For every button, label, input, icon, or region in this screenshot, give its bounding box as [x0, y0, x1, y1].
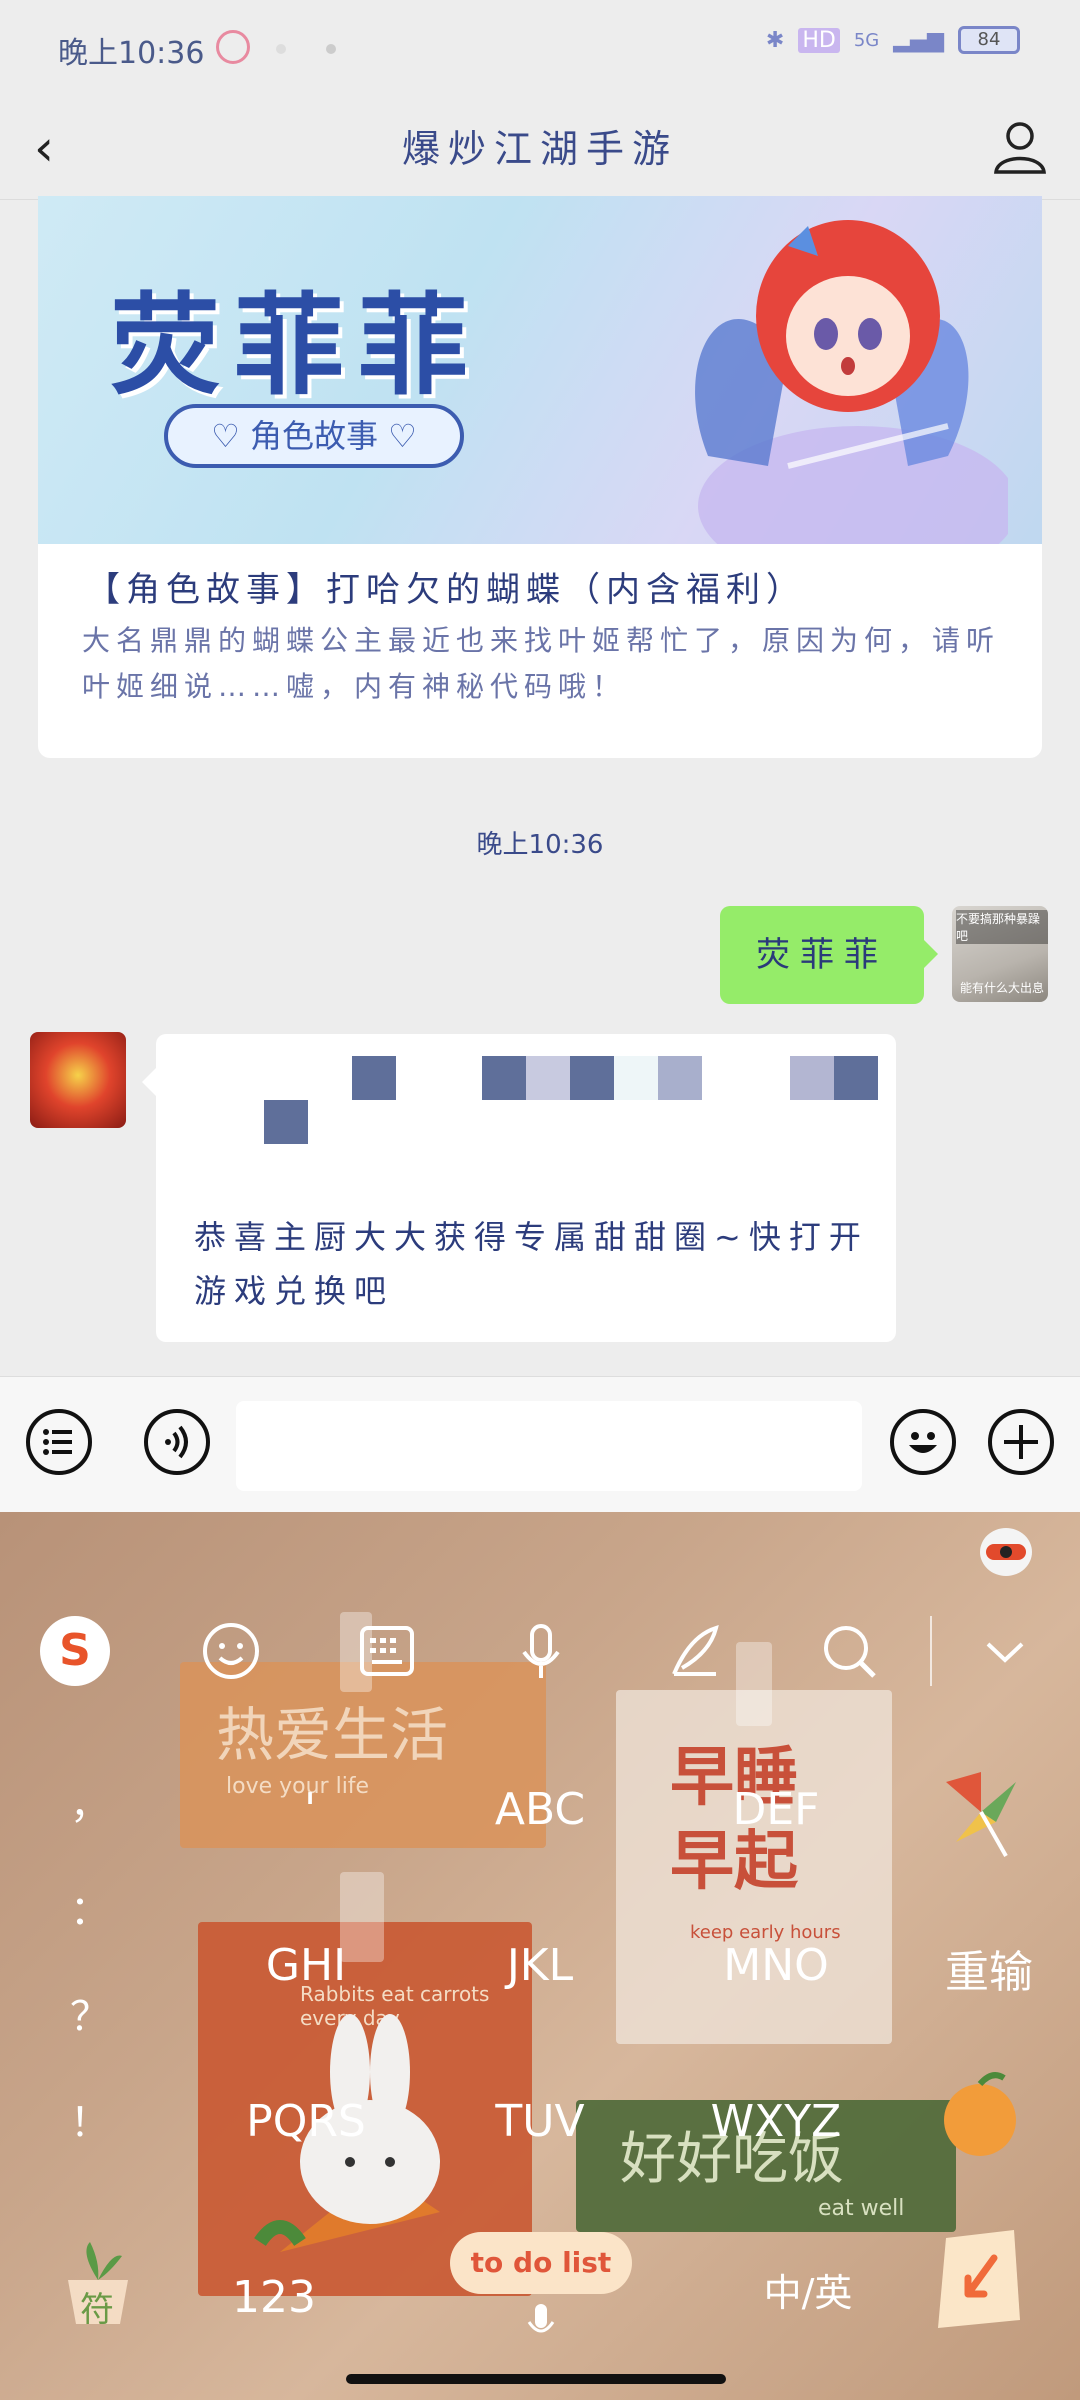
avatar-caption-top: 不要搞那种暴躁吧 — [956, 910, 1048, 944]
key-apostrophe[interactable]: ' — [200, 1784, 420, 1835]
collapse-keyboard-icon[interactable] — [970, 1616, 1040, 1686]
key-abc[interactable]: ABC — [430, 1784, 650, 1835]
delete-key[interactable] — [936, 1762, 1026, 1862]
voice-icon — [165, 1425, 188, 1459]
alarm-icon — [216, 30, 250, 64]
deco-text-1: 热爱生活 — [216, 1701, 449, 1769]
handwriting-icon[interactable] — [660, 1616, 730, 1686]
symbols-key-label: 符 — [80, 2290, 114, 2330]
banner-tag: ♡ 角色故事 ♡ — [164, 404, 464, 468]
enter-key[interactable] — [928, 2224, 1028, 2334]
mascot-icon[interactable] — [976, 1520, 1036, 1580]
incoming-message-text: 恭喜主厨大大获得专属甜甜圈~快打开游戏兑换吧 — [194, 1218, 869, 1310]
more-button[interactable] — [988, 1409, 1054, 1475]
character-illustration — [695, 220, 1008, 544]
reenter-key[interactable]: 重输 — [924, 1936, 1054, 2000]
toolbar-divider — [930, 1616, 932, 1686]
article-title: 【角色故事】打哈欠的蝴蝶（内含福利） — [86, 570, 806, 610]
sogou-logo-icon[interactable]: S — [40, 1616, 110, 1686]
profile-icon[interactable] — [990, 116, 1050, 176]
microphone-icon[interactable] — [506, 1616, 576, 1686]
status-time: 晚上10:36 — [58, 36, 205, 71]
search-icon[interactable] — [814, 1616, 884, 1686]
menu-list-button[interactable] — [26, 1409, 92, 1475]
key-pqrs[interactable]: PQRS — [196, 2096, 416, 2147]
emoji-keyboard-icon[interactable] — [196, 1616, 266, 1686]
incoming-message-bubble[interactable]: 恭喜主厨大大获得专属甜甜圈~快打开游戏兑换吧 — [142, 1034, 896, 1342]
home-indicator[interactable] — [346, 2374, 726, 2384]
sender-avatar[interactable] — [30, 1032, 126, 1128]
numbers-key[interactable]: 123 — [232, 2272, 332, 2323]
keyboard: 热爱生活 love your life 早睡早起 keep early hour… — [0, 1512, 1080, 2400]
chat-header: ‹ 爆炒江湖手游 — [0, 96, 1080, 200]
status-bar: 晚上10:36 ✱ HD 5G ▂▄▆ 84 — [0, 0, 1080, 96]
space-key[interactable]: to do list — [450, 2232, 632, 2294]
deco-text-7: eat well — [818, 2196, 905, 2221]
banner-title: 荧菲菲 — [110, 282, 482, 410]
lang-switch-key[interactable]: 中/英 — [748, 2262, 868, 2317]
my-avatar[interactable]: 不要搞那种暴躁吧 能有什么大出息 — [952, 906, 1048, 1002]
article-description: 大名鼎鼎的蝴蝶公主最近也来找叶姬帮忙了，原因为何，请听叶姬细说……嘘，内有神秘代… — [82, 624, 1001, 703]
battery-icon: 84 — [958, 26, 1020, 54]
punct-exclamation-key[interactable]: ！ — [60, 2090, 120, 2148]
hd-icon: HD — [798, 27, 840, 53]
network-type: 5G — [853, 29, 880, 51]
message-timestamp: 晚上10:36 — [476, 830, 604, 860]
key-tuv[interactable]: TUV — [430, 2096, 650, 2147]
message-input-bar — [0, 1376, 1080, 1512]
plus-icon — [1004, 1425, 1038, 1459]
list-icon — [43, 1429, 72, 1455]
signal-icon: ▂▄▆ — [893, 27, 944, 53]
smiley-icon — [909, 1432, 937, 1453]
article-banner: 荧菲菲 ♡ 角色故事 ♡ — [38, 196, 1042, 544]
keyboard-switch-icon[interactable] — [352, 1616, 422, 1686]
key-ghi[interactable]: GHI — [196, 1940, 416, 1991]
outgoing-message-bubble[interactable]: 荧菲菲 — [720, 906, 938, 1004]
avatar-caption-bottom: 能有什么大出息 — [960, 981, 1045, 995]
status-indicators: ✱ HD 5G ▂▄▆ 84 — [766, 26, 1020, 54]
voice-button[interactable] — [144, 1409, 210, 1475]
key-wxyz[interactable]: WXYZ — [666, 2096, 886, 2147]
notification-dots-icon — [276, 44, 286, 54]
chat-title: 爆炒江湖手游 — [401, 127, 678, 171]
article-card[interactable]: 荧菲菲 ♡ 角色故事 ♡ 【角色故事】打哈欠的蝴蝶（内含福利） 大名鼎鼎的蝴蝶公… — [38, 196, 1042, 758]
space-mic-icon — [527, 2304, 555, 2333]
bluetooth-icon: ✱ — [765, 27, 785, 53]
symbols-key[interactable]: 符 — [50, 2232, 146, 2330]
punct-colon-key[interactable]: ： — [60, 1878, 120, 1936]
key-mno[interactable]: MNO — [666, 1940, 886, 1991]
punct-question-key[interactable]: ？ — [60, 1984, 120, 2042]
space-key-label: to do list — [470, 2246, 612, 2279]
key-def[interactable]: DEF — [666, 1784, 886, 1835]
emoji-button[interactable] — [890, 1409, 956, 1475]
punct-comma-key[interactable]: ， — [60, 1772, 120, 1830]
message-input[interactable] — [236, 1401, 862, 1491]
key-jkl[interactable]: JKL — [430, 1940, 650, 1991]
orange-decor-key[interactable] — [932, 2066, 1028, 2162]
